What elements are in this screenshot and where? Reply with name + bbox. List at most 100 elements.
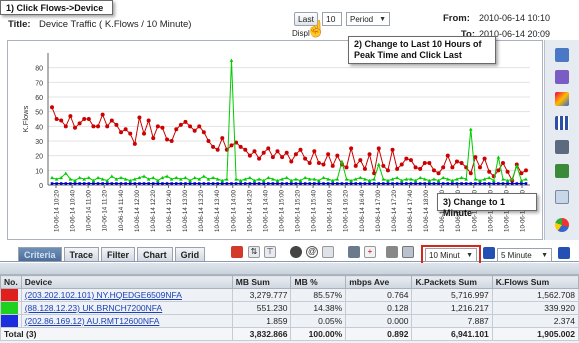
title-label: Title:	[8, 19, 31, 30]
period-interval-select[interactable]: 5 Minute ▼	[497, 248, 552, 262]
data-point	[330, 163, 335, 168]
data-point	[261, 150, 266, 155]
col-mb-pct[interactable]: MB %	[290, 275, 347, 289]
data-point	[294, 177, 298, 181]
bottom-tabs: Criteria Trace Filter Chart Grid	[18, 247, 206, 261]
data-point	[487, 175, 491, 180]
table-row[interactable]: (202.86.169.12) AU.RMT12600NFA 1.859 0.0…	[0, 314, 579, 328]
data-point	[110, 174, 114, 178]
tab-criteria[interactable]: Criteria	[18, 247, 62, 261]
step1-text: 1) Click Flows->Device	[6, 3, 104, 13]
interval-select[interactable]: 10 Minut ▼	[425, 248, 477, 262]
data-point	[64, 171, 68, 175]
x-tick-label: 10-06-14 12:20	[150, 189, 157, 232]
data-point	[105, 124, 110, 129]
data-point	[496, 168, 501, 173]
data-point	[422, 161, 427, 165]
stacked-chart-icon[interactable]	[555, 70, 569, 84]
data-point	[174, 175, 179, 180]
y-tick-label: 60	[35, 95, 43, 102]
chevron-down-icon: ▼	[466, 251, 473, 259]
add-icon[interactable]: +	[364, 246, 376, 258]
col-kflows-sum[interactable]: K.Flows Sum	[491, 275, 579, 289]
data-point	[469, 182, 473, 185]
data-point	[409, 182, 413, 185]
table-row[interactable]: (88.128.12.23) UK.BRNCH7200NFA 551.230 1…	[0, 301, 579, 315]
col-mb-sum[interactable]: MB Sum	[231, 275, 292, 289]
data-point	[362, 166, 367, 171]
col-kpackets-sum[interactable]: K.Packets Sum	[411, 275, 493, 289]
chart-type-rail	[544, 40, 579, 240]
device-link[interactable]: (88.128.12.23) UK.BRNCH7200NFA	[25, 303, 163, 313]
data-point	[142, 174, 146, 178]
total-mb-sum: 3,832.866	[231, 327, 292, 341]
data-point	[87, 182, 91, 185]
tab-trace[interactable]: Trace	[63, 247, 100, 261]
compare-icon[interactable]	[322, 246, 334, 258]
save-icon[interactable]	[402, 246, 414, 258]
data-point	[487, 169, 492, 174]
device-link[interactable]: (202.86.169.12) AU.RMT12600NFA	[25, 316, 160, 326]
sort-icon[interactable]: ⇅	[248, 246, 260, 258]
step3-callout: 3) Change to 1 Minute	[437, 193, 537, 218]
total-mbps: 0.892	[345, 327, 413, 341]
data-point	[220, 136, 225, 141]
area-chart-icon[interactable]	[555, 48, 569, 62]
at-icon[interactable]: @	[306, 246, 318, 258]
data-point	[399, 162, 404, 167]
series-color-swatch	[1, 289, 18, 301]
col-no[interactable]: No.	[0, 275, 22, 289]
data-point	[238, 144, 243, 149]
export-icon[interactable]	[231, 246, 243, 258]
x-tick-label: 10-06-14 13:40	[214, 189, 221, 232]
mb-pct-cell: 0.05%	[290, 314, 347, 328]
gear-chart-icon[interactable]	[555, 140, 569, 154]
pie-chart-icon[interactable]	[555, 218, 569, 232]
col-mbps-ave[interactable]: mbps Ave	[345, 275, 413, 289]
data-point	[174, 182, 178, 185]
data-point	[82, 117, 87, 121]
data-point	[123, 127, 128, 132]
data-point	[174, 127, 179, 132]
tab-filter[interactable]: Filter	[101, 247, 136, 261]
filter-icon[interactable]: ⊤	[264, 246, 276, 258]
x-tick-label: 10-06-14 14:00	[230, 189, 237, 232]
data-point	[372, 182, 376, 185]
table-view-icon[interactable]	[555, 190, 569, 204]
data-point	[336, 182, 339, 185]
tab-grid[interactable]: Grid	[174, 247, 206, 261]
total-kflows: 1,905.002	[491, 327, 579, 341]
data-point	[110, 182, 114, 185]
data-point	[151, 182, 155, 185]
3d-chart-icon[interactable]	[555, 92, 569, 106]
refresh-icon[interactable]	[558, 247, 570, 259]
data-point	[128, 182, 132, 185]
apply-arrow-icon[interactable]	[483, 247, 495, 259]
data-point	[184, 182, 187, 185]
total-label: Total (3)	[0, 327, 233, 341]
data-point	[211, 144, 216, 149]
data-point	[451, 182, 454, 185]
line-chart-icon[interactable]	[555, 164, 569, 178]
zoom-icon[interactable]	[348, 246, 360, 258]
bar-chart-icon[interactable]	[555, 116, 569, 130]
col-device[interactable]: Device	[20, 275, 233, 289]
period-select[interactable]: Period ▼	[346, 12, 390, 26]
tab-chart[interactable]: Chart	[137, 247, 173, 261]
data-point	[468, 127, 473, 131]
record-icon[interactable]	[290, 246, 302, 258]
title-value: Device Traffic ( K.Flows / 10 Minute)	[39, 19, 192, 30]
stats-icon[interactable]	[386, 246, 398, 258]
table-row[interactable]: (203.202.102.101) NY.HQEDGE6509NFA 3,279…	[0, 288, 579, 302]
device-link[interactable]: (203.202.102.101) NY.HQEDGE6509NFA	[25, 290, 182, 300]
data-point	[229, 143, 234, 148]
data-point	[266, 146, 271, 151]
data-point	[340, 182, 344, 185]
data-point	[408, 158, 413, 163]
data-point	[247, 153, 252, 158]
data-point	[146, 118, 151, 123]
data-point	[395, 166, 400, 171]
data-point	[100, 112, 105, 117]
x-tick-label: 10-06-14 17:40	[407, 189, 414, 232]
data-point	[262, 182, 265, 185]
